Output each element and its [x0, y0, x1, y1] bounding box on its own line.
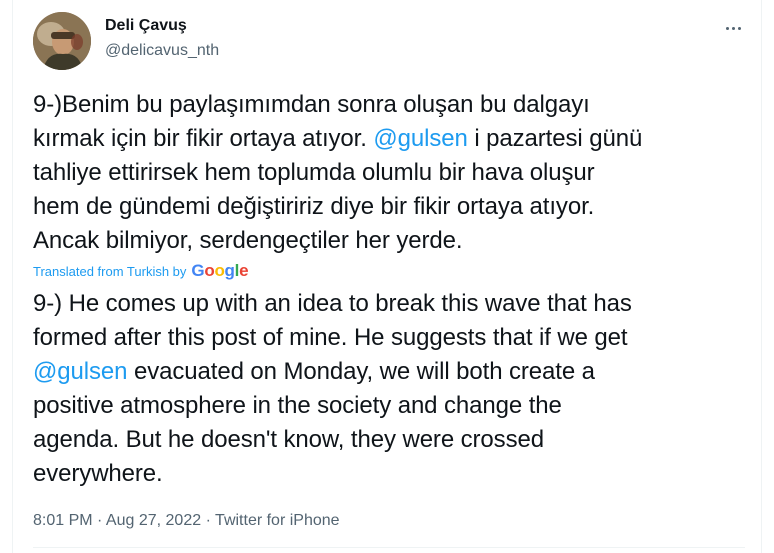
text-line: Ancak bilmiyor, serdengeçtiler her yerde…	[33, 224, 748, 258]
text-line: @gulsen evacuated on Monday, we will bot…	[33, 355, 748, 389]
author-handle[interactable]: @delicavus_nth	[105, 42, 219, 60]
avatar-image	[33, 12, 91, 70]
text-line: formed after this post of mine. He sugge…	[33, 321, 748, 355]
text-segment: evacuated on Monday, we will both create…	[127, 358, 595, 385]
text-segment: everywhere.	[33, 460, 163, 487]
mention-link[interactable]: @gulsen	[33, 358, 127, 385]
text-segment: 9-)Benim bu paylaşımımdan sonra oluşan b…	[33, 91, 590, 118]
text-segment: i pazartesi günü	[467, 125, 643, 152]
tweet-translated-text: 9-) He comes up with an idea to break th…	[33, 287, 748, 491]
tweet-original-text: 9-)Benim bu paylaşımımdan sonra oluşan b…	[33, 88, 748, 258]
tweet-card: Deli Çavuş @delicavus_nth 9-)Benim bu pa…	[12, 0, 762, 553]
user-avatar[interactable]	[33, 12, 91, 70]
text-line: kırmak için bir fikir ortaya atıyor. @gu…	[33, 122, 748, 156]
text-segment: kırmak için bir fikir ortaya atıyor.	[33, 125, 374, 152]
translation-label: Translated from Turkish by	[33, 264, 187, 279]
text-line: positive atmosphere in the society and c…	[33, 389, 748, 423]
translation-notice: Translated from Turkish by Google	[33, 261, 249, 281]
text-segment: Ancak bilmiyor, serdengeçtiler her yerde…	[33, 227, 463, 254]
text-segment: formed after this post of mine. He sugge…	[33, 324, 628, 351]
google-logo-icon: Google	[191, 261, 249, 280]
text-line: 9-) He comes up with an idea to break th…	[33, 287, 748, 321]
text-line: 9-)Benim bu paylaşımımdan sonra oluşan b…	[33, 88, 748, 122]
divider	[33, 547, 745, 548]
text-segment: tahliye ettirirsek hem toplumda olumlu b…	[33, 159, 595, 186]
text-segment: 9-) He comes up with an idea to break th…	[33, 290, 632, 317]
text-segment: agenda. But he doesn't know, they were c…	[33, 426, 544, 453]
text-line: everywhere.	[33, 457, 748, 491]
more-options-icon[interactable]	[719, 16, 747, 40]
text-line: agenda. But he doesn't know, they were c…	[33, 423, 748, 457]
author-display-name[interactable]: Deli Çavuş	[105, 17, 187, 35]
text-line: tahliye ettirirsek hem toplumda olumlu b…	[33, 156, 748, 190]
text-line: hem de gündemi değiştiririz diye bir fik…	[33, 190, 748, 224]
tweet-meta[interactable]: 8:01 PM · Aug 27, 2022 · Twitter for iPh…	[33, 512, 340, 530]
text-segment: hem de gündemi değiştiririz diye bir fik…	[33, 193, 595, 220]
mention-link[interactable]: @gulsen	[373, 125, 467, 152]
text-segment: positive atmosphere in the society and c…	[33, 392, 562, 419]
